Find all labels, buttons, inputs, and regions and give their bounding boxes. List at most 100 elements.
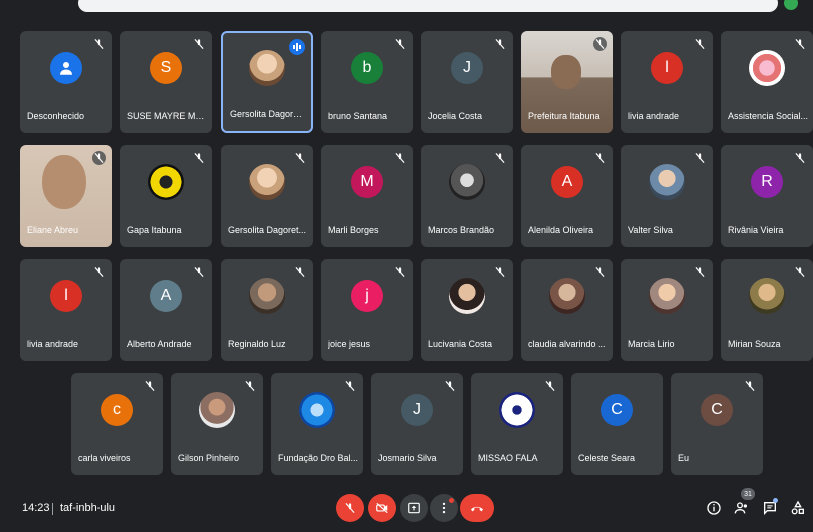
participant-name: Desconhecido xyxy=(27,111,85,121)
participant-tile[interactable]: j joice jesus xyxy=(321,259,413,361)
participant-tile[interactable]: Gilson Pinheiro xyxy=(171,373,263,475)
participant-tile[interactable]: Reginaldo Luz xyxy=(221,259,313,361)
participant-name: livia andrade xyxy=(628,111,680,121)
organization-logo xyxy=(299,392,335,428)
participant-name: Prefeitura Itabuna xyxy=(528,111,600,121)
participant-tile[interactable]: c carla viveiros xyxy=(71,373,163,475)
participant-tile[interactable]: A Alenilda Oliveira xyxy=(521,145,613,247)
mic-off-icon xyxy=(545,380,555,392)
speaking-indicator-icon xyxy=(289,39,305,55)
initial-avatar: b xyxy=(351,52,383,84)
participant-tile[interactable]: l livia andrade xyxy=(20,259,112,361)
participant-tile[interactable]: Assistencia Social... xyxy=(721,31,813,133)
participant-tile[interactable]: J Josmario Silva xyxy=(371,373,463,475)
meeting-controls-bar: 14:23 taf-inbh-ulu 31 xyxy=(0,484,813,532)
people-button[interactable] xyxy=(732,498,752,518)
mic-off-icon xyxy=(295,152,305,164)
hang-up-icon xyxy=(471,506,483,512)
initial-avatar: R xyxy=(751,166,783,198)
mic-off-icon xyxy=(795,266,805,278)
meeting-time: 14:23 xyxy=(22,502,50,514)
profile-photo-avatar xyxy=(549,278,585,314)
participant-name: SUSE MAYRE MO... xyxy=(127,111,208,121)
participant-tile-video[interactable]: Prefeitura Itabuna xyxy=(521,31,613,133)
mic-off-icon xyxy=(94,266,104,278)
participant-name: Assistencia Social... xyxy=(728,111,809,121)
initial-avatar: M xyxy=(351,166,383,198)
mic-off-icon xyxy=(194,266,204,278)
profile-photo-avatar xyxy=(649,278,685,314)
mic-off-icon xyxy=(593,37,607,51)
organization-logo xyxy=(749,50,785,86)
participant-tile[interactable]: Desconhecido xyxy=(20,31,112,133)
profile-photo-avatar xyxy=(199,392,235,428)
participant-tile[interactable]: C Celeste Seara xyxy=(571,373,663,475)
mic-off-icon xyxy=(445,380,455,392)
initial-avatar: A xyxy=(551,166,583,198)
participant-name: Celeste Seara xyxy=(578,453,636,463)
info-icon xyxy=(707,501,721,515)
participant-name: Gersolita Dagoret... xyxy=(230,109,307,119)
initial-avatar: l xyxy=(651,52,683,84)
mic-off-icon xyxy=(245,380,255,392)
participant-tile[interactable]: Fundação Dro Bal... xyxy=(271,373,363,475)
profile-photo-avatar xyxy=(249,164,285,200)
profile-photo-avatar xyxy=(449,164,485,200)
participant-tile[interactable]: Valter Silva xyxy=(621,145,713,247)
profile-photo-avatar xyxy=(249,278,285,314)
participant-name: Gilson Pinheiro xyxy=(178,453,240,463)
mic-off-icon xyxy=(695,266,705,278)
people-icon xyxy=(734,502,747,514)
initial-avatar: C xyxy=(601,394,633,426)
participant-tile[interactable]: M Marli Borges xyxy=(321,145,413,247)
participant-name: Gersolita Dagoret... xyxy=(228,225,307,235)
participant-name: MISSAO FALA xyxy=(478,453,538,463)
divider xyxy=(52,503,53,515)
profile-photo-avatar xyxy=(649,164,685,200)
participant-name: Rivânia Vieira xyxy=(728,225,784,235)
participant-tile-video[interactable]: Eliane Abreu xyxy=(20,145,112,247)
participant-tile[interactable]: S SUSE MAYRE MO... xyxy=(120,31,212,133)
participant-tile[interactable]: claudia alvarindo ... xyxy=(521,259,613,361)
participant-name: Lucivania Costa xyxy=(428,339,493,349)
participant-name: Reginaldo Luz xyxy=(228,339,286,349)
present-screen-button[interactable] xyxy=(400,494,428,522)
mic-off-icon xyxy=(595,266,605,278)
participant-grid: Desconhecido S SUSE MAYRE MO... Gersolit… xyxy=(0,0,813,480)
participant-tile[interactable]: b bruno Santana xyxy=(321,31,413,133)
participant-name: Valter Silva xyxy=(628,225,673,235)
participant-name: claudia alvarindo ... xyxy=(528,339,606,349)
participant-tile-self[interactable]: C Eu xyxy=(671,373,763,475)
end-call-button[interactable] xyxy=(460,494,494,522)
camera-off-icon xyxy=(376,502,388,514)
mic-off-icon xyxy=(695,38,705,50)
initial-avatar: j xyxy=(351,280,383,312)
initial-avatar: A xyxy=(150,280,182,312)
participant-tile[interactable]: A Alberto Andrade xyxy=(120,259,212,361)
mic-off-icon xyxy=(495,266,505,278)
participant-tile-active-speaker[interactable]: Gersolita Dagoret... xyxy=(221,31,313,133)
meeting-info-button[interactable] xyxy=(704,498,724,518)
participant-tile[interactable]: Lucivania Costa xyxy=(421,259,513,361)
mic-off-icon xyxy=(295,266,305,278)
participant-tile[interactable]: Gersolita Dagoret... xyxy=(221,145,313,247)
participant-name: Alberto Andrade xyxy=(127,339,192,349)
activities-button[interactable] xyxy=(788,498,808,518)
participant-tile[interactable]: l livia andrade xyxy=(621,31,713,133)
participant-name: Alenilda Oliveira xyxy=(528,225,594,235)
camera-toggle-button[interactable] xyxy=(368,494,396,522)
participant-tile[interactable]: R Rivânia Vieira xyxy=(721,145,813,247)
mic-off-icon xyxy=(395,266,405,278)
initial-avatar: J xyxy=(401,394,433,426)
participant-tile[interactable]: Marcia Lirio xyxy=(621,259,713,361)
participant-tile[interactable]: Gapa Itabuna xyxy=(120,145,212,247)
participant-tile[interactable]: Marcos Brandão xyxy=(421,145,513,247)
participant-tile[interactable]: MISSAO FALA xyxy=(471,373,563,475)
meeting-code: taf-inbh-ulu xyxy=(60,502,116,514)
participant-tile[interactable]: J Jocelia Costa xyxy=(421,31,513,133)
participant-tile[interactable]: Mirian Souza xyxy=(721,259,813,361)
mic-toggle-button[interactable] xyxy=(336,494,364,522)
more-options-button[interactable] xyxy=(430,494,458,522)
mic-off-icon xyxy=(495,38,505,50)
mic-off-icon xyxy=(194,38,204,50)
